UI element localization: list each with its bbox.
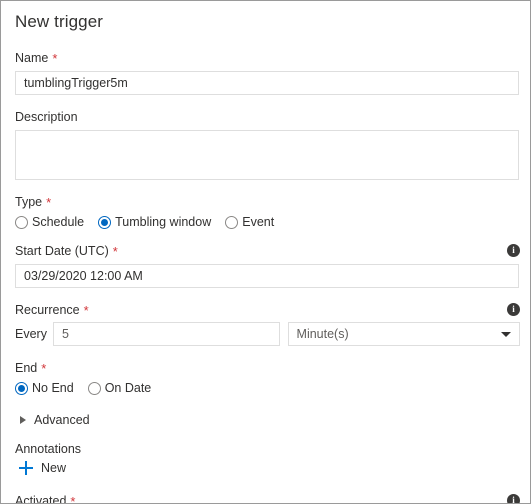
add-annotation-button[interactable]: New <box>15 461 520 475</box>
required-asterisk: * <box>46 195 52 210</box>
type-radio-group: Schedule Tumbling window Event <box>15 215 520 229</box>
required-asterisk: * <box>41 361 47 376</box>
end-option-no-end[interactable]: No End <box>15 381 74 395</box>
activated-label-text: Activated <box>15 494 67 504</box>
new-trigger-panel: New trigger Name * Description Type * Sc… <box>0 0 531 504</box>
advanced-section-toggle[interactable]: Advanced <box>15 413 520 427</box>
add-annotation-label: New <box>41 461 67 475</box>
every-label: Every <box>15 327 47 341</box>
recurrence-unit-select[interactable]: Minute(s) <box>287 322 520 346</box>
required-asterisk: * <box>112 244 118 259</box>
description-textarea[interactable] <box>15 130 519 180</box>
description-label-text: Description <box>15 110 78 124</box>
radio-checked-icon <box>98 215 112 229</box>
end-radio-group: No End On Date <box>15 381 520 395</box>
end-label: End * <box>15 360 520 376</box>
activated-label: Activated * i <box>15 493 520 504</box>
radio-unchecked-icon <box>87 381 101 395</box>
triangle-right-icon <box>20 416 26 424</box>
description-label: Description <box>15 109 520 125</box>
end-option-label: On Date <box>104 381 152 395</box>
type-option-event[interactable]: Event <box>225 215 274 229</box>
page-title: New trigger <box>15 12 104 31</box>
radio-unchecked-icon <box>225 215 239 229</box>
radio-unchecked-icon <box>15 215 28 229</box>
required-asterisk: * <box>70 494 76 504</box>
chevron-down-icon <box>501 331 511 337</box>
type-option-label: Schedule <box>32 215 85 229</box>
start-date-label-text: Start Date (UTC) <box>15 244 109 258</box>
type-option-tumbling-window[interactable]: Tumbling window <box>98 215 211 229</box>
type-option-schedule[interactable]: Schedule <box>15 215 84 229</box>
info-icon[interactable]: i <box>507 244 520 257</box>
required-asterisk: * <box>52 51 58 66</box>
end-label-text: End <box>15 361 38 375</box>
name-label: Name * <box>15 50 520 66</box>
name-input[interactable] <box>15 71 519 95</box>
recurrence-interval-input[interactable] <box>52 322 280 346</box>
annotations-label-text: Annotations <box>15 442 82 456</box>
start-date-input[interactable] <box>15 264 519 288</box>
type-option-label: Event <box>242 215 275 229</box>
recurrence-row: Every Minute(s) <box>15 322 520 346</box>
info-icon[interactable]: i <box>507 303 520 316</box>
type-label-text: Type <box>15 195 43 209</box>
advanced-label: Advanced <box>34 413 90 427</box>
recurrence-label-text: Recurrence <box>15 303 80 317</box>
end-option-label: No End <box>32 381 74 395</box>
annotations-label: Annotations <box>15 441 520 457</box>
type-option-label: Tumbling window <box>115 215 212 229</box>
recurrence-label: Recurrence * i <box>15 302 520 318</box>
name-label-text: Name <box>15 51 49 65</box>
recurrence-unit-value: Minute(s) <box>296 327 349 341</box>
plus-icon <box>19 461 33 475</box>
start-date-label: Start Date (UTC) * i <box>15 243 520 259</box>
radio-checked-icon <box>15 381 28 395</box>
type-label: Type * <box>15 194 520 210</box>
end-option-on-date[interactable]: On Date <box>87 381 152 395</box>
required-asterisk: * <box>83 303 89 318</box>
info-icon[interactable]: i <box>507 494 520 503</box>
